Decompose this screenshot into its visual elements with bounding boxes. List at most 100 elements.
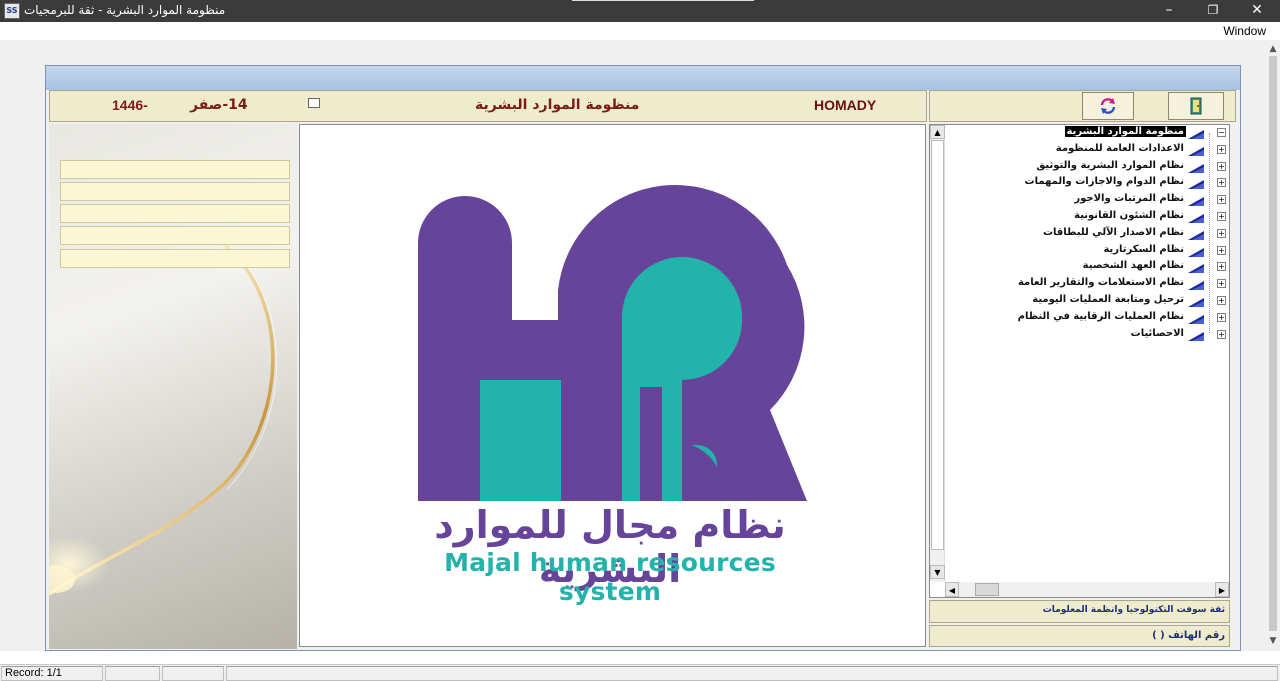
tree-node[interactable]: + ترحيل ومتابعة العمليات اليومية (950, 293, 1229, 310)
tree-node-label: نظام الدوام والاجازات والمهمات (1024, 176, 1184, 188)
status-bar: Record: 1/1 (0, 664, 1280, 681)
tree-scroll-down-icon[interactable]: ▼ (930, 565, 945, 579)
tree-scroll-right-icon[interactable]: ▶ (1215, 582, 1229, 597)
node-folder-icon (1188, 331, 1204, 341)
tree-scroll-up-icon[interactable]: ▲ (930, 125, 945, 139)
tree-node-label: نظام العمليات الرقابية في النظام (1017, 310, 1184, 322)
node-folder-icon (1188, 230, 1204, 240)
tree-node[interactable]: + نظام العمليات الرقابية في النظام (950, 310, 1229, 327)
expand-icon[interactable]: + (1217, 144, 1226, 154)
tree-node[interactable]: + الاعدادات العامة للمنظومة (950, 142, 1229, 159)
tree-node[interactable]: + نظام الاصدار الآلي للبطاقات (950, 226, 1229, 243)
left-field-2[interactable] (60, 182, 290, 201)
tree-node-label: الاعدادات العامة للمنظومة (1055, 142, 1184, 154)
tree-root-node[interactable]: − منظومة الموارد البشرية (950, 125, 1229, 142)
phone-number: رقم الهاتف ( ) (1152, 630, 1225, 641)
expand-icon[interactable]: + (1217, 228, 1226, 238)
expand-icon[interactable]: + (1217, 329, 1226, 339)
node-folder-icon (1188, 180, 1204, 190)
tree-node-label: منظومة الموارد البشرية (1064, 126, 1186, 137)
status-cell-4 (226, 666, 1278, 681)
node-folder-icon (1188, 130, 1204, 139)
workspace-scrollbar[interactable]: ▲ ▼ (1266, 40, 1280, 651)
tree-node[interactable]: + نظام الموارد البشرية والتوثيق (950, 159, 1229, 176)
exit-button[interactable] (1168, 92, 1224, 120)
window-title: منظومة الموارد البشرية - ثقة للبرمجيات (24, 3, 226, 17)
tree-scroll-thumb[interactable] (931, 140, 944, 550)
expand-icon[interactable]: + (1217, 211, 1226, 221)
close-button[interactable]: ✕ (1234, 0, 1280, 22)
refresh-button[interactable] (1082, 92, 1134, 120)
expand-icon[interactable]: + (1217, 161, 1226, 171)
expand-icon[interactable]: + (1217, 279, 1226, 289)
expand-icon[interactable]: + (1217, 295, 1226, 305)
refresh-icon (1100, 98, 1116, 114)
header-checkbox[interactable] (308, 98, 320, 108)
company-info: ثقة سوفت التكنولوجيا وانظمة المعلومات (929, 600, 1230, 623)
menu-bar: Window (0, 22, 1280, 40)
scroll-down-icon[interactable]: ▼ (1266, 634, 1280, 648)
record-indicator: Record: 1/1 (1, 666, 103, 681)
left-field-5[interactable] (60, 249, 290, 268)
expand-icon[interactable]: + (1217, 178, 1226, 188)
tree-node[interactable]: + الاحصائيات (950, 327, 1229, 344)
node-folder-icon (1188, 163, 1204, 173)
tree-node-label: نظام العهد الشخصية (1082, 260, 1184, 272)
menu-window[interactable]: Window (1223, 24, 1266, 38)
tree-node[interactable]: + نظام السكرتارية (950, 243, 1229, 260)
node-folder-icon (1188, 264, 1204, 274)
hijri-year: 1446- (112, 97, 148, 113)
expand-icon[interactable]: + (1217, 245, 1226, 255)
tree-node[interactable]: + نظام العهد الشخصية (950, 259, 1229, 276)
tree-node-label: الاحصائيات (1130, 327, 1184, 339)
scroll-thumb[interactable] (1269, 56, 1277, 631)
gold-swirl-decoration (49, 242, 277, 596)
left-field-1[interactable] (60, 160, 290, 179)
tree-node-label: نظام المرتبات والاجور (1074, 193, 1184, 205)
user-name: HOMADY (814, 97, 877, 113)
title-bar: SS منظومة الموارد البشرية - ثقة للبرمجيا… (0, 0, 1280, 22)
left-decor-panel (49, 124, 297, 649)
tree-node-label: نظام الاستعلامات والتقارير العامة (1017, 277, 1184, 289)
hijri-day: 14-صفر (190, 97, 248, 113)
toolbar (929, 90, 1236, 122)
tree-node-label: نظام الشئون القانونية (1074, 209, 1184, 221)
node-folder-icon (1188, 314, 1204, 324)
tree-node-label: نظام الاصدار الآلي للبطاقات (1042, 226, 1184, 238)
scroll-up-icon[interactable]: ▲ (1266, 42, 1280, 56)
status-cell-2 (105, 666, 160, 681)
tree-node[interactable]: + نظام الدوام والاجازات والمهمات (950, 175, 1229, 192)
system-title: منظومة الموارد البشرية (475, 97, 640, 113)
logo-english-text: Majal human resources system (444, 548, 776, 606)
expand-icon[interactable]: + (1217, 195, 1226, 205)
company-name: ثقة سوفت التكنولوجيا وانظمة المعلومات (1042, 605, 1225, 615)
child-window-caption[interactable] (46, 66, 1240, 90)
app-icon[interactable]: SS (4, 3, 20, 19)
logo-panel: نظام مجال للموارد البشرية Majal human re… (299, 124, 926, 647)
expand-icon[interactable]: + (1217, 262, 1226, 272)
tree-node[interactable]: + نظام الاستعلامات والتقارير العامة (950, 276, 1229, 293)
exit-door-icon (1190, 97, 1202, 115)
status-cell-3 (162, 666, 224, 681)
left-field-4[interactable] (60, 226, 290, 245)
tree-node-label: نظام الموارد البشرية والتوثيق (1036, 159, 1184, 171)
restore-button[interactable]: ❐ (1190, 0, 1236, 22)
tree-vertical-scrollbar[interactable]: ▲ ▼ (930, 125, 945, 582)
node-folder-icon (1188, 247, 1204, 257)
tree-hscroll-thumb[interactable] (975, 583, 999, 596)
node-folder-icon (1188, 281, 1204, 291)
tree-node[interactable]: + نظام الشئون القانونية (950, 209, 1229, 226)
system-tree[interactable]: ▲ ▼ − منظومة الموارد البشرية + الاعدادات ال… (929, 124, 1230, 598)
tree-node-label: ترحيل ومتابعة العمليات اليومية (1032, 293, 1184, 305)
node-folder-icon (1188, 213, 1204, 223)
left-field-3[interactable] (60, 204, 290, 223)
expand-icon[interactable]: + (1217, 312, 1226, 322)
tree-horizontal-scrollbar[interactable]: ◀ ▶ (945, 582, 1229, 597)
collapse-icon[interactable]: − (1217, 128, 1226, 137)
tree-node[interactable]: + نظام المرتبات والاجور (950, 192, 1229, 209)
node-folder-icon (1188, 297, 1204, 307)
header-bar: 1446- 14-صفر منظومة الموارد البشرية HOMA… (49, 90, 927, 122)
tree-scroll-left-icon[interactable]: ◀ (945, 582, 959, 597)
minimize-button[interactable]: – (1146, 0, 1192, 22)
tree-node-label: نظام السكرتارية (1103, 243, 1184, 255)
